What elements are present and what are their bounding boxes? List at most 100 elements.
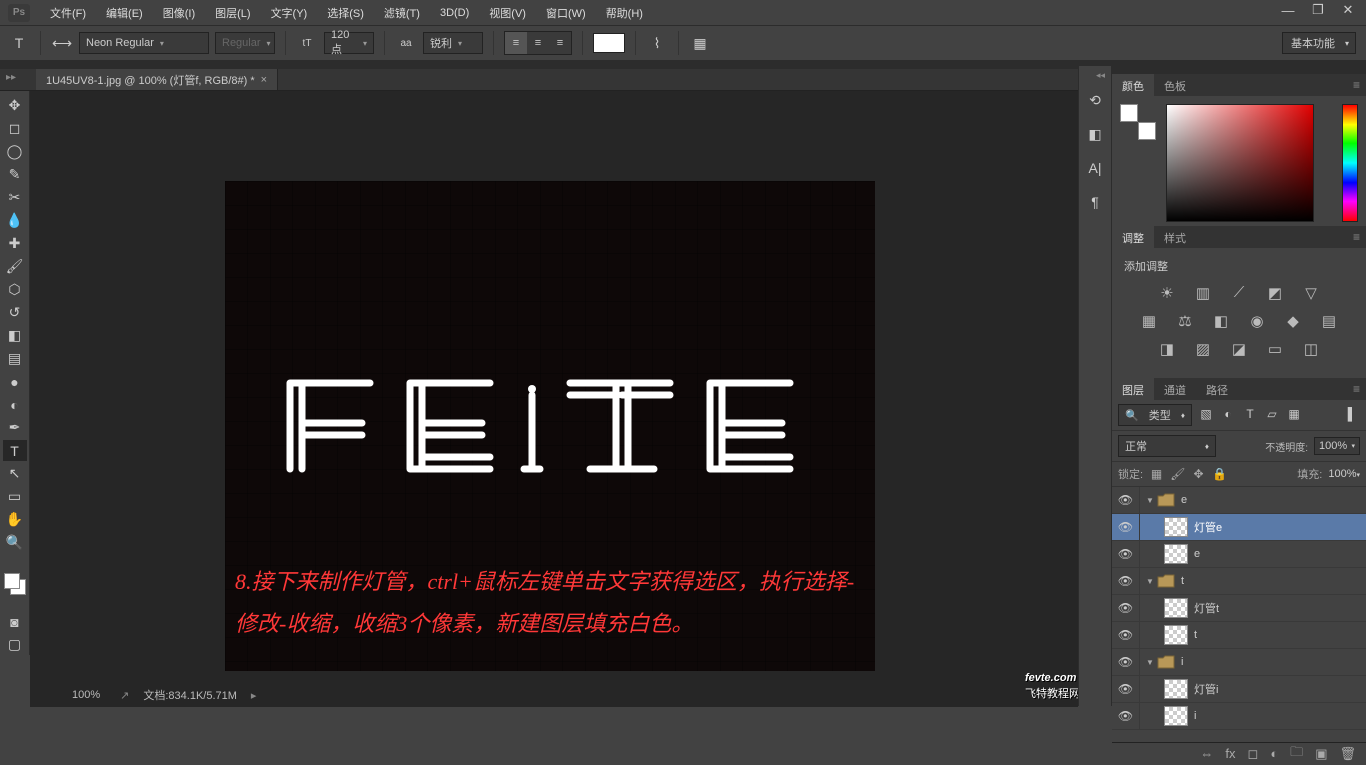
menu-file[interactable]: 文件(F) — [40, 1, 96, 25]
posterize-icon[interactable]: ▨ — [1194, 340, 1212, 358]
text-color-swatch[interactable] — [593, 33, 625, 53]
expand-arrow-icon[interactable]: ▼ — [1146, 577, 1154, 586]
visibility-toggle[interactable]: 👁 — [1112, 703, 1140, 729]
type-tool[interactable]: T — [3, 440, 27, 461]
color-balance-icon[interactable]: ⚖ — [1176, 312, 1194, 330]
visibility-toggle[interactable]: 👁 — [1112, 622, 1140, 648]
expand-arrow-icon[interactable]: ▼ — [1146, 496, 1154, 505]
layer-group[interactable]: 👁▼i — [1112, 649, 1366, 676]
dodge-tool[interactable]: ◐ — [3, 394, 27, 415]
filter-smart-icon[interactable]: ▦ — [1286, 407, 1302, 423]
layer-row[interactable]: 👁i — [1112, 703, 1366, 730]
filter-shape-icon[interactable]: ▱ — [1264, 407, 1280, 423]
threshold-icon[interactable]: ◪ — [1230, 340, 1248, 358]
menu-window[interactable]: 窗口(W) — [536, 1, 596, 25]
blur-tool[interactable]: ● — [3, 371, 27, 392]
document-tab-close[interactable]: × — [261, 74, 267, 86]
lock-transparency-icon[interactable]: ▦ — [1149, 467, 1164, 481]
visibility-toggle[interactable]: 👁 — [1112, 541, 1140, 567]
quick-select-tool[interactable]: ✎ — [3, 164, 27, 185]
anti-alias-dropdown[interactable]: 锐利▾ — [423, 32, 483, 54]
brightness-icon[interactable]: ☀ — [1158, 284, 1176, 302]
eyedropper-tool[interactable]: 💧 — [3, 210, 27, 231]
menu-3d[interactable]: 3D(D) — [430, 3, 479, 23]
foreground-background-swatch[interactable] — [1120, 104, 1146, 130]
zoom-tool[interactable]: 🔍 — [3, 532, 27, 553]
adjustments-tab[interactable]: 调整 — [1112, 226, 1154, 248]
healing-tool[interactable]: ✚ — [3, 233, 27, 254]
paths-tab[interactable]: 路径 — [1196, 378, 1238, 400]
link-layers-icon[interactable]: ⇔ — [1200, 746, 1213, 761]
align-center-button[interactable]: ≡ — [527, 32, 549, 54]
selective-color-icon[interactable]: ◫ — [1302, 340, 1320, 358]
history-panel-icon[interactable]: ⟲ — [1085, 90, 1105, 110]
menu-view[interactable]: 视图(V) — [479, 1, 536, 25]
hue-slider[interactable] — [1342, 104, 1358, 222]
align-right-button[interactable]: ≡ — [549, 32, 571, 54]
menu-filter[interactable]: 滤镜(T) — [374, 1, 430, 25]
fill-field[interactable]: 100%▾ — [1328, 468, 1360, 480]
photo-filter-icon[interactable]: ◉ — [1248, 312, 1266, 330]
filter-type-icon[interactable]: T — [1242, 407, 1258, 423]
menu-help[interactable]: 帮助(H) — [596, 1, 653, 25]
eraser-tool[interactable]: ◧ — [3, 325, 27, 346]
blend-mode-dropdown[interactable]: 正常♦ — [1118, 435, 1216, 457]
new-group-icon[interactable]: 🗀 — [1290, 743, 1303, 765]
crop-tool[interactable]: ✂ — [3, 187, 27, 208]
gradient-tool[interactable]: ▤ — [3, 348, 27, 369]
screen-mode-icon[interactable]: ▢ — [3, 634, 27, 655]
layer-row[interactable]: 👁e — [1112, 541, 1366, 568]
menu-edit[interactable]: 编辑(E) — [96, 1, 153, 25]
visibility-toggle[interactable]: 👁 — [1112, 676, 1140, 702]
visibility-toggle[interactable]: 👁 — [1112, 487, 1140, 513]
filter-adjustment-icon[interactable]: ◐ — [1220, 407, 1236, 423]
invert-icon[interactable]: ◨ — [1158, 340, 1176, 358]
font-family-dropdown[interactable]: Neon Regular▾ — [79, 32, 209, 54]
font-size-dropdown[interactable]: 120 点▾ — [324, 32, 374, 54]
visibility-toggle[interactable]: 👁 — [1112, 595, 1140, 621]
workspace-dropdown[interactable]: 基本功能▾ — [1282, 32, 1356, 54]
window-close[interactable]: ✕ — [1333, 0, 1363, 20]
new-fill-icon[interactable]: ◐ — [1270, 746, 1278, 761]
shape-tool[interactable]: ▭ — [3, 486, 27, 507]
layer-row[interactable]: 👁灯管i — [1112, 676, 1366, 703]
quick-mask-icon[interactable]: ◙ — [3, 611, 27, 632]
align-left-button[interactable]: ≡ — [505, 32, 527, 54]
vibrance-icon[interactable]: ▽ — [1302, 284, 1320, 302]
properties-panel-icon[interactable]: ◧ — [1085, 124, 1105, 144]
exposure-icon[interactable]: ◩ — [1266, 284, 1284, 302]
gradient-map-icon[interactable]: ▭ — [1266, 340, 1284, 358]
history-brush-tool[interactable]: ↺ — [3, 302, 27, 323]
marquee-tool[interactable]: ◻ — [3, 118, 27, 139]
layer-row[interactable]: 👁灯管e — [1112, 514, 1366, 541]
menu-type[interactable]: 文字(Y) — [261, 1, 318, 25]
visibility-toggle[interactable]: 👁 — [1112, 514, 1140, 540]
filter-pixel-icon[interactable]: ▧ — [1198, 407, 1214, 423]
hue-icon[interactable]: ▦ — [1140, 312, 1158, 330]
layer-style-icon[interactable]: fx — [1225, 746, 1235, 761]
move-tool[interactable]: ✥ — [3, 95, 27, 116]
lock-position-icon[interactable]: ✥ — [1191, 467, 1206, 481]
pen-tool[interactable]: ✒ — [3, 417, 27, 438]
swatches-tab[interactable]: 色板 — [1154, 74, 1196, 96]
new-layer-icon[interactable]: ▣ — [1315, 746, 1327, 762]
character-panel-icon[interactable]: ▦ — [689, 32, 711, 54]
adjustments-panel-menu-icon[interactable]: ≡ — [1353, 230, 1360, 244]
brush-tool[interactable]: 🖌 — [3, 256, 27, 277]
strip-collapse-icon[interactable]: ◂◂ — [1096, 70, 1105, 81]
opacity-field[interactable]: 100%▾ — [1314, 437, 1360, 455]
font-style-dropdown[interactable]: Regular▾ — [215, 32, 275, 54]
text-orientation-icon[interactable]: ⟷ — [51, 32, 73, 54]
lock-pixels-icon[interactable]: 🖌 — [1170, 467, 1185, 481]
menu-select[interactable]: 选择(S) — [317, 1, 374, 25]
color-panel-menu-icon[interactable]: ≡ — [1353, 78, 1360, 92]
styles-tab[interactable]: 样式 — [1154, 226, 1196, 248]
curves-icon[interactable]: ⟋ — [1230, 284, 1248, 302]
channel-mixer-icon[interactable]: ◆ — [1284, 312, 1302, 330]
layer-filter-kind-dropdown[interactable]: 🔍 类型♦ — [1118, 404, 1192, 426]
filter-toggle-icon[interactable]: ▌ — [1344, 407, 1360, 423]
layer-row[interactable]: 👁t — [1112, 622, 1366, 649]
color-picker-tool[interactable] — [2, 571, 28, 597]
warp-text-icon[interactable]: ⌇ — [646, 32, 668, 54]
stamp-tool[interactable]: ⬡ — [3, 279, 27, 300]
